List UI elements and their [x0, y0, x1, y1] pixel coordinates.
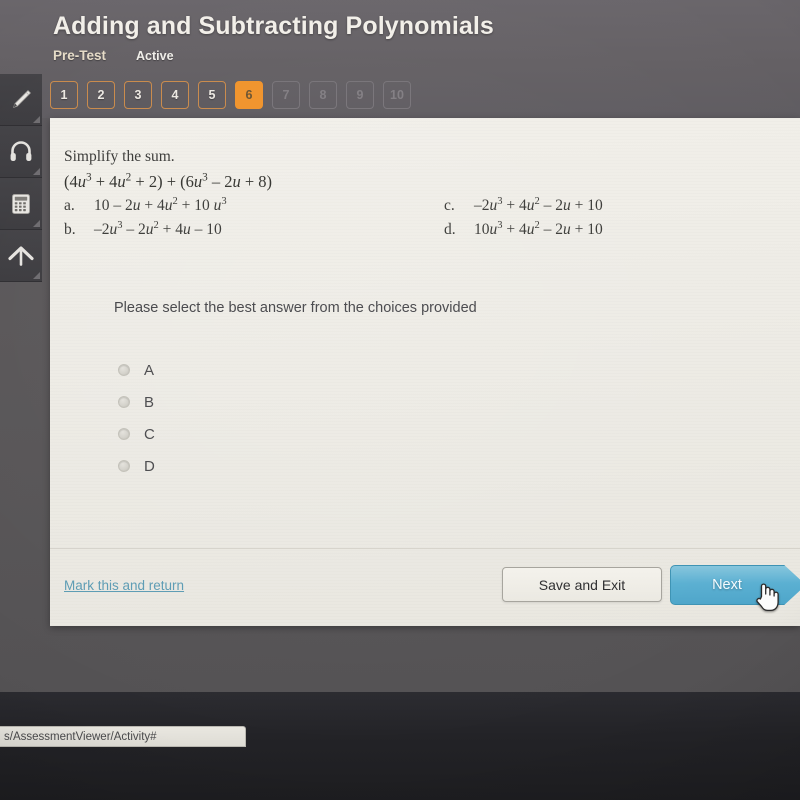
tool-pencil-button[interactable]	[0, 74, 42, 126]
radio-label-c: C	[144, 425, 155, 443]
pager-item-2[interactable]: 2	[87, 81, 115, 109]
radio-option-b[interactable]: B	[118, 390, 155, 414]
test-type-label: Pre-Test	[53, 48, 107, 63]
radio-button-d-icon[interactable]	[118, 460, 130, 472]
tool-sidebar[interactable]	[0, 74, 42, 282]
question-expression: (4u3 + 4u2 + 2) + (6u3 – 2u + 8)	[64, 171, 273, 191]
pager-item-1[interactable]: 1	[50, 81, 78, 109]
screenshot-root: Adding and Subtracting Polynomials Pre-T…	[0, 0, 800, 800]
radio-label-a: A	[144, 361, 155, 379]
tool-audio-button[interactable]	[0, 126, 42, 178]
choice-a-letter: a.	[64, 197, 75, 214]
page-title: Adding and Subtracting Polynomials	[53, 12, 494, 40]
pager-item-4[interactable]: 4	[161, 81, 189, 109]
up-arrow-icon	[7, 243, 35, 269]
header-meta-row: Pre-Test Active	[53, 48, 174, 63]
radio-option-a[interactable]: A	[118, 358, 155, 382]
question-pager[interactable]: 1 2 3 4 5 6 7 8 9 10	[50, 81, 411, 109]
radio-button-c-icon[interactable]	[118, 428, 130, 440]
question-body: Simplify the sum. (4u3 + 4u2 + 2) + (6u3…	[50, 118, 800, 249]
choice-a: a. 10 – 2u + 4u2 + 10 u3	[64, 195, 227, 215]
choice-b: b. –2u3 – 2u2 + 4u – 10	[64, 219, 222, 239]
choice-d: d. 10u3 + 4u2 – 2u + 10	[444, 219, 603, 239]
pager-item-7: 7	[272, 81, 300, 109]
pager-item-9: 9	[346, 81, 374, 109]
radio-option-d[interactable]: D	[118, 454, 155, 478]
answer-radio-group[interactable]: ABCD	[118, 358, 155, 486]
pager-item-5[interactable]: 5	[198, 81, 226, 109]
choice-b-letter: b.	[64, 221, 76, 238]
panel-footer: Mark this and return Save and Exit Next	[50, 548, 800, 626]
choice-d-text: 10u3 + 4u2 – 2u + 10	[474, 219, 603, 238]
save-and-exit-button[interactable]: Save and Exit	[502, 567, 662, 602]
tool-calculator-button[interactable]	[0, 178, 42, 230]
pager-item-8: 8	[309, 81, 337, 109]
pencil-icon	[8, 87, 34, 113]
assessment-header: Adding and Subtracting Polynomials Pre-T…	[0, 0, 800, 118]
question-panel: Simplify the sum. (4u3 + 4u2 + 2) + (6u3…	[50, 118, 800, 626]
pager-item-10: 10	[383, 81, 411, 109]
radio-button-a-icon[interactable]	[118, 364, 130, 376]
choice-c: c. –2u3 + 4u2 – 2u + 10	[444, 195, 603, 215]
answer-choices: a. 10 – 2u + 4u2 + 10 u3 b. –2u3 – 2u2 +…	[64, 195, 786, 249]
next-button[interactable]: Next	[670, 565, 800, 605]
headphones-icon	[8, 139, 34, 165]
choice-b-text: –2u3 – 2u2 + 4u – 10	[94, 219, 222, 238]
pager-item-3[interactable]: 3	[124, 81, 152, 109]
selection-instruction: Please select the best answer from the c…	[114, 300, 477, 316]
tool-scroll-top-button[interactable]	[0, 230, 42, 282]
pager-item-6[interactable]: 6	[235, 81, 263, 109]
question-prompt: Simplify the sum.	[64, 148, 175, 165]
radio-button-b-icon[interactable]	[118, 396, 130, 408]
choice-a-text: 10 – 2u + 4u2 + 10 u3	[94, 195, 227, 214]
radio-label-b: B	[144, 393, 155, 411]
radio-label-d: D	[144, 457, 155, 475]
choice-c-letter: c.	[444, 197, 455, 214]
calculator-icon	[8, 191, 34, 217]
status-badge: Active	[136, 49, 174, 63]
choice-c-text: –2u3 + 4u2 – 2u + 10	[474, 195, 603, 214]
choice-d-letter: d.	[444, 221, 456, 238]
radio-option-c[interactable]: C	[118, 422, 155, 446]
browser-status-bar: s/AssessmentViewer/Activity#	[0, 726, 246, 747]
mark-this-and-return-link[interactable]: Mark this and return	[64, 578, 184, 593]
